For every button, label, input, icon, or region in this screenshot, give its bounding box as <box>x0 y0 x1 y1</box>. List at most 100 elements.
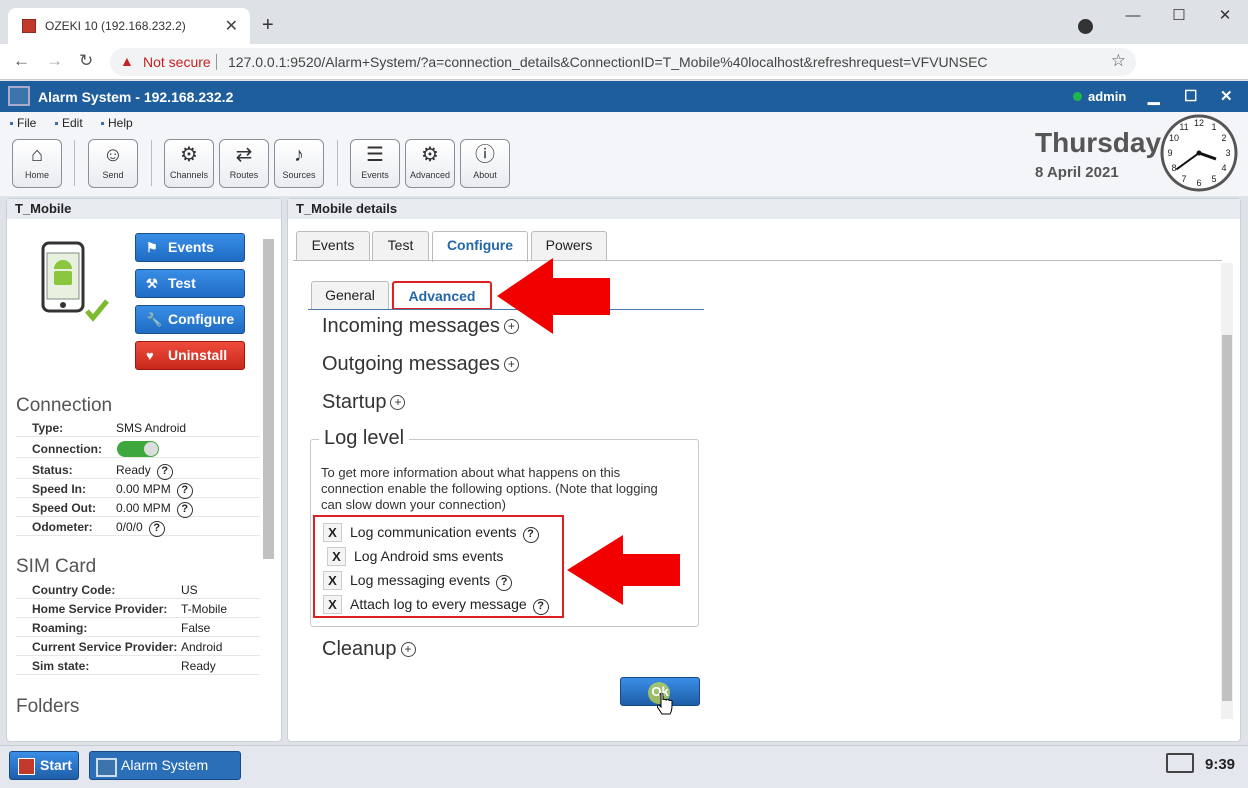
forward-icon[interactable]: → <box>46 51 63 71</box>
window-minimize-icon[interactable]: — <box>1110 0 1156 32</box>
warning-icon[interactable]: ▲ <box>120 53 134 69</box>
uninstall-action-button[interactable]: ♥ Uninstall <box>135 341 245 370</box>
analog-clock-icon: 12 12 3 45678 9 1011 <box>1160 114 1238 192</box>
help-icon[interactable]: ? <box>532 599 549 615</box>
connection-toggle-row: Connection: <box>16 439 260 458</box>
monitor-icon[interactable] <box>1166 753 1194 773</box>
odometer-row: Odometer: 0/0/0? <box>16 517 260 537</box>
menu-file[interactable]: File <box>10 116 36 130</box>
tab-events[interactable]: Events <box>296 231 370 260</box>
incoming-messages-section[interactable]: Incoming messages + <box>322 315 519 338</box>
browser-toolbar: ← → ↻ ▲ Not secure 127.0.0.1:9520/Alarm+… <box>0 44 1248 117</box>
connection-toggle[interactable] <box>117 441 159 457</box>
connection-sidebar: T_Mobile ⚑ Events ⚒ Test 🔧 Configure ♥ Unins… <box>6 198 282 742</box>
expand-plus-icon[interactable]: + <box>503 357 519 373</box>
routes-button[interactable]: ⇄ Routes <box>219 139 269 188</box>
configure-action-button[interactable]: 🔧 Configure <box>135 305 245 334</box>
test-action-button[interactable]: ⚒ Test <box>135 269 245 298</box>
start-button[interactable]: Start <box>9 751 79 780</box>
help-icon[interactable]: ? <box>156 464 173 480</box>
user-send-icon: ☺ <box>102 144 124 166</box>
details-title: T_Mobile details <box>288 199 1240 219</box>
folders-section-title: Folders <box>16 696 80 717</box>
sources-button[interactable]: ♪ Sources <box>274 139 324 188</box>
help-icon[interactable]: ? <box>176 483 193 499</box>
android-phone-icon <box>41 241 109 322</box>
attach-log-checkbox[interactable]: X Attach log to every message? <box>323 595 549 615</box>
svg-text:9: 9 <box>1167 148 1172 158</box>
pointer-arrow-icon <box>567 535 680 605</box>
log-communication-checkbox[interactable]: X Log communication events? <box>323 523 539 543</box>
reload-icon[interactable]: ↻ <box>79 51 93 71</box>
details-scrollbar[interactable] <box>1221 263 1233 719</box>
help-icon[interactable]: ? <box>496 575 513 591</box>
sources-icon: ♪ <box>294 144 304 166</box>
svg-text:4: 4 <box>1221 163 1226 173</box>
log-android-sms-checkbox[interactable]: X Log Android sms events <box>327 547 503 566</box>
subtab-advanced[interactable]: Advanced <box>392 281 492 310</box>
app-minimize-icon[interactable]: ▁ <box>1148 87 1160 105</box>
home-button[interactable]: ⌂ Home <box>12 139 62 188</box>
advanced-button[interactable]: ⚙ Advanced <box>405 139 455 188</box>
bookmark-star-icon[interactable]: ☆ <box>1111 51 1126 71</box>
back-icon[interactable]: ← <box>13 51 30 71</box>
browser-tab-strip: OZEKI 10 (192.168.232.2) ✕ + — ☐ ✕ <box>0 0 1248 44</box>
speed-in-row: Speed In: 0.00 MPM? <box>16 479 260 499</box>
svg-text:2: 2 <box>1221 133 1226 143</box>
tab-title: OZEKI 10 (192.168.232.2) <box>45 19 186 33</box>
sidebar-title: T_Mobile <box>7 199 281 219</box>
browser-tab[interactable]: OZEKI 10 (192.168.232.2) ✕ <box>8 8 250 44</box>
expand-plus-icon[interactable]: + <box>390 395 406 411</box>
log-messaging-checkbox[interactable]: X Log messaging events? <box>323 571 513 591</box>
svg-text:7: 7 <box>1181 174 1186 184</box>
day-label: Thursday <box>1035 127 1162 158</box>
send-button[interactable]: ☺ Send <box>88 139 138 188</box>
expand-plus-icon[interactable]: + <box>400 642 416 658</box>
info-icon: ⓘ <box>475 144 495 166</box>
svg-text:10: 10 <box>1169 133 1179 143</box>
tab-close-icon[interactable]: ✕ <box>225 16 238 36</box>
tab-search-icon[interactable] <box>1078 19 1093 34</box>
events-button[interactable]: ☰ Events <box>350 139 400 188</box>
not-secure-label[interactable]: Not secure <box>143 54 211 70</box>
address-bar[interactable]: ▲ Not secure 127.0.0.1:9520/Alarm+System… <box>110 48 1136 76</box>
window-maximize-icon[interactable]: ☐ <box>1156 0 1202 32</box>
about-button[interactable]: ⓘ About <box>460 139 510 188</box>
channels-button[interactable]: ⚙ Channels <box>164 139 214 188</box>
connection-type-row: Type: SMS Android <box>16 418 260 437</box>
url-text[interactable]: 127.0.0.1:9520/Alarm+System/?a=connectio… <box>228 54 988 70</box>
app-maximize-icon[interactable]: ☐ <box>1184 87 1197 105</box>
svg-text:5: 5 <box>1211 174 1216 184</box>
sidebar-scrollbar[interactable] <box>263 239 274 559</box>
help-icon[interactable]: ? <box>522 527 539 543</box>
app-close-icon[interactable]: ✕ <box>1220 87 1233 105</box>
new-tab-button[interactable]: + <box>262 14 274 37</box>
help-icon[interactable]: ? <box>148 521 165 537</box>
svg-text:8: 8 <box>1171 163 1176 173</box>
menu-edit[interactable]: Edit <box>55 116 83 130</box>
hammer-icon: ⚒ <box>146 276 158 291</box>
tab-test[interactable]: Test <box>372 231 429 260</box>
startup-section[interactable]: Startup + <box>322 391 406 414</box>
tab-powers[interactable]: Powers <box>531 231 607 260</box>
log-level-title: Log level <box>319 427 410 450</box>
sim-state-row: Sim state: Ready <box>16 656 260 675</box>
app-title-bar: Alarm System - 192.168.232.2 admin ▁ ☐ ✕ <box>0 81 1248 112</box>
scroll-thumb[interactable] <box>1222 335 1232 701</box>
subtab-general[interactable]: General <box>311 281 389 310</box>
menu-help[interactable]: Help <box>101 116 133 130</box>
details-panel: T_Mobile details Events Test Configure P… <box>287 198 1241 742</box>
outgoing-messages-section[interactable]: Outgoing messages + <box>322 353 519 376</box>
online-status-icon <box>1073 92 1082 101</box>
cleanup-section[interactable]: Cleanup + <box>322 638 416 661</box>
date-label: 8 April 2021 <box>1035 164 1119 181</box>
events-icon: ☰ <box>366 144 384 166</box>
help-icon[interactable]: ? <box>176 502 193 518</box>
window-close-icon[interactable]: ✕ <box>1202 0 1248 32</box>
taskbar-app-button[interactable]: Alarm System <box>89 751 241 780</box>
taskbar-clock: 9:39 <box>1205 756 1236 773</box>
svg-text:1: 1 <box>1211 122 1216 132</box>
svg-text:12: 12 <box>1194 118 1204 128</box>
user-name[interactable]: admin <box>1088 89 1126 104</box>
events-action-button[interactable]: ⚑ Events <box>135 233 245 262</box>
